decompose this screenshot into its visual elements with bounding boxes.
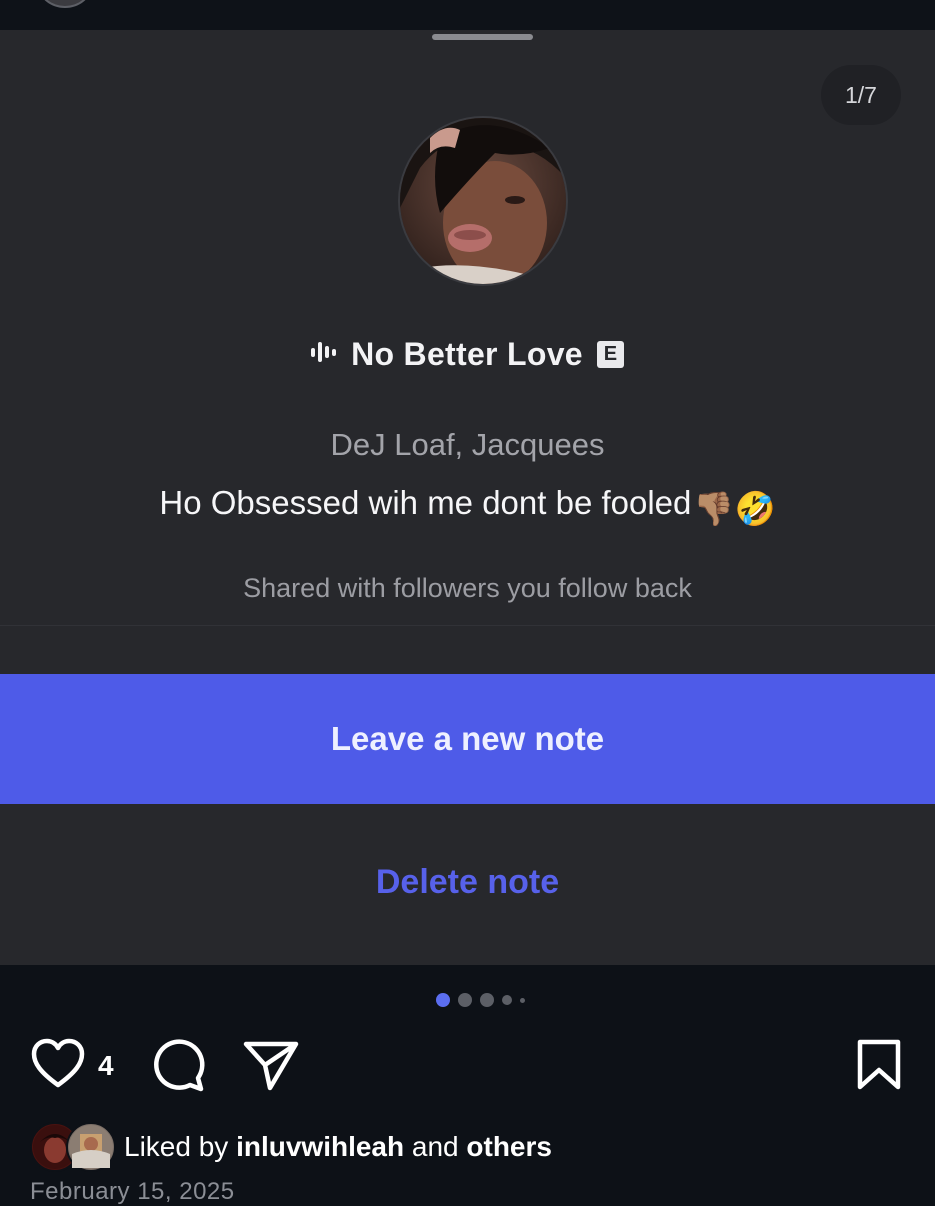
note-text-body: Ho Obsessed wih me dont be fooled (159, 484, 692, 521)
audio-wave-icon (311, 341, 337, 368)
carousel-dot (480, 993, 494, 1007)
song-row[interactable]: No Better Love E (0, 336, 935, 373)
top-avatar[interactable] (38, 0, 92, 8)
liked-by-row[interactable]: Liked by inluvwihleah and others (30, 1122, 552, 1172)
carousel-dot-active (436, 993, 450, 1007)
liker-avatar (66, 1122, 116, 1172)
carousel-dot (502, 995, 512, 1005)
note-sheet: 1/7 No Better Love E DeJ Loaf, Jacquees … (0, 30, 935, 965)
song-artist: DeJ Loaf, Jacquees (330, 427, 605, 462)
note-emojis: 👎🏽🤣 (693, 490, 776, 527)
top-strip (0, 0, 935, 30)
liked-by-prefix: Liked by (124, 1131, 229, 1162)
divider (0, 625, 935, 626)
audience-info: Shared with followers you follow back (243, 573, 692, 603)
liked-by-joiner: and (411, 1131, 459, 1162)
song-title: No Better Love (351, 336, 583, 372)
explicit-badge: E (596, 341, 624, 368)
post-actions (0, 1035, 935, 1095)
note-avatar (400, 118, 566, 284)
carousel-dot (520, 997, 525, 1003)
comment-icon[interactable] (150, 1038, 206, 1097)
bookmark-icon[interactable] (856, 1038, 902, 1097)
note-counter: 1/7 (821, 65, 901, 125)
note-text: Ho Obsessed wih me dont be fooled👎🏽🤣 (0, 484, 935, 529)
liked-by-username[interactable]: inluvwihleah (236, 1131, 404, 1162)
paper-plane-icon[interactable] (242, 1038, 300, 1097)
likes-count[interactable]: 4 (98, 1050, 114, 1082)
delete-note-button[interactable]: Delete note (0, 820, 935, 945)
heart-icon[interactable] (30, 1038, 86, 1095)
post-date: February 15, 2025 (30, 1178, 235, 1205)
liked-by-others[interactable]: others (466, 1131, 552, 1162)
sheet-grabber[interactable] (432, 34, 533, 40)
leave-new-note-button[interactable]: Leave a new note (0, 674, 935, 804)
carousel-dots (436, 993, 525, 1007)
liked-by-text: Liked by inluvwihleah and others (124, 1131, 552, 1163)
carousel-dot (458, 993, 472, 1007)
